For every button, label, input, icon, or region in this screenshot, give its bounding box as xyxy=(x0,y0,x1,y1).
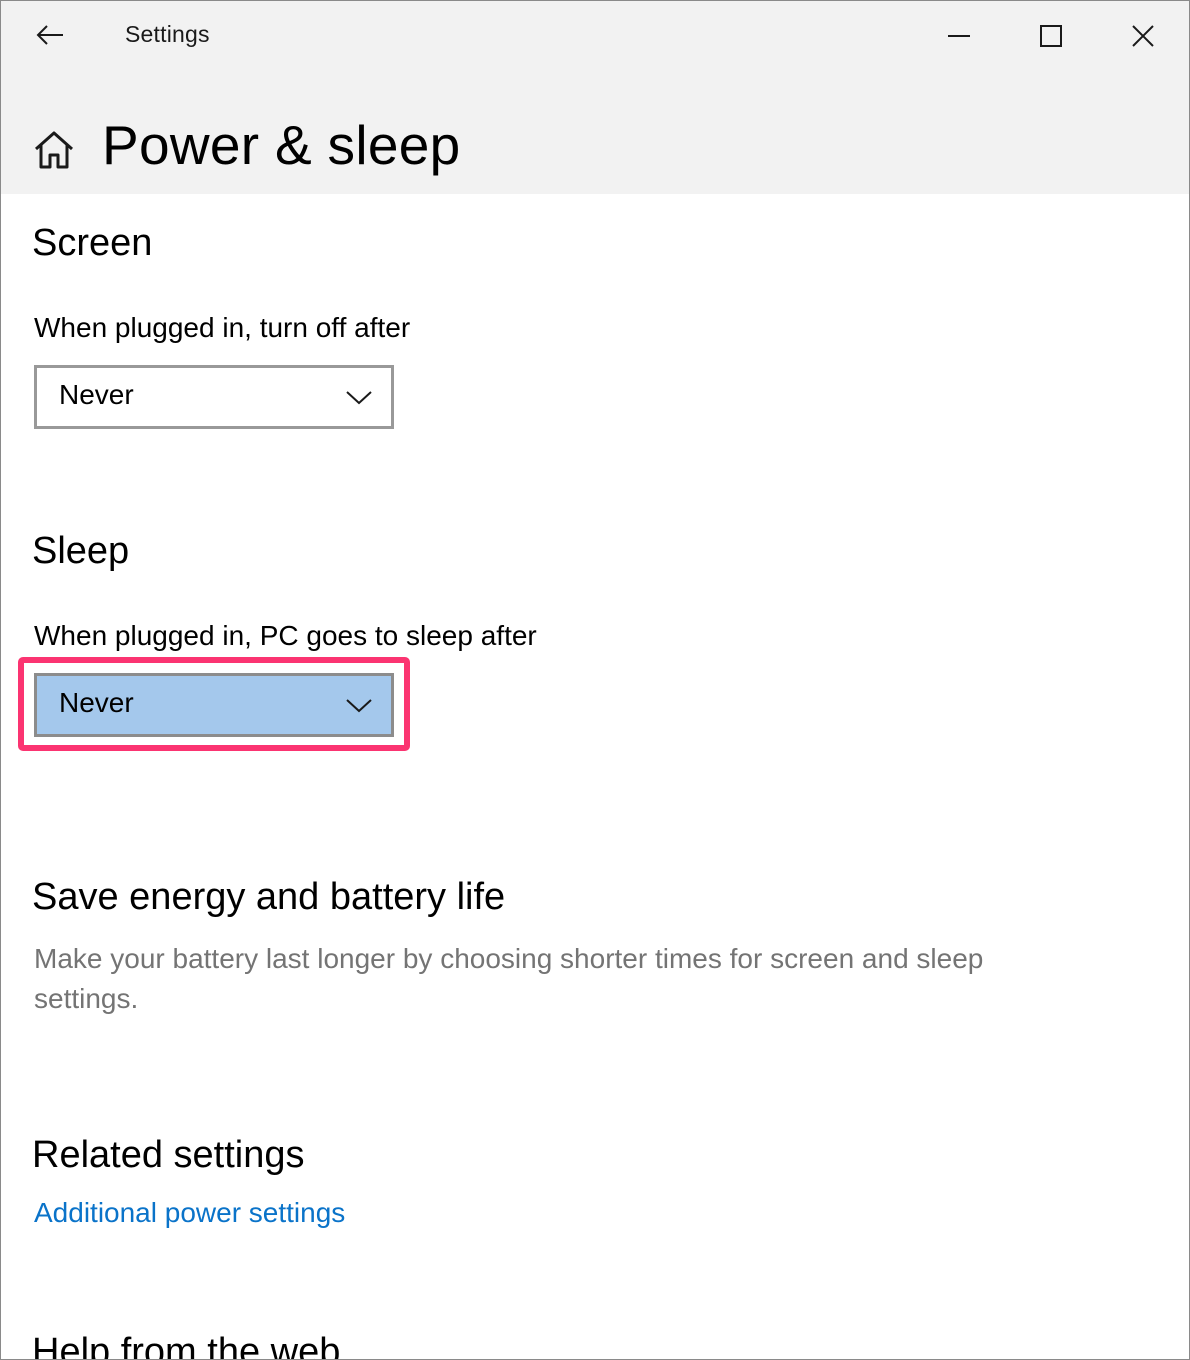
back-arrow-icon xyxy=(36,25,63,45)
home-icon[interactable] xyxy=(31,127,77,173)
chevron-down-icon xyxy=(346,699,372,713)
sleep-heading: Sleep xyxy=(32,530,130,572)
maximize-button[interactable] xyxy=(1005,1,1097,71)
chevron-down-icon xyxy=(346,391,372,405)
screen-plugged-in-label: When plugged in, turn off after xyxy=(34,312,411,343)
sleep-plugged-in-label: When plugged in, PC goes to sleep after xyxy=(34,620,537,651)
screen-timeout-dropdown[interactable]: Never xyxy=(34,365,394,429)
screen-heading: Screen xyxy=(32,222,153,264)
close-icon xyxy=(1132,25,1154,47)
minimize-button[interactable] xyxy=(913,1,1005,71)
settings-window: Settings Power & sleep Screen When plugg… xyxy=(0,0,1190,1360)
close-button[interactable] xyxy=(1097,1,1189,71)
page-title: Power & sleep xyxy=(102,114,461,176)
app-title: Settings xyxy=(125,21,210,47)
maximize-icon xyxy=(1040,25,1062,47)
sleep-timeout-dropdown[interactable]: Never xyxy=(34,673,394,737)
screen-timeout-value: Never xyxy=(59,379,134,410)
title-bar: Settings Power & sleep xyxy=(1,1,1189,194)
additional-power-settings-link[interactable]: Additional power settings xyxy=(34,1197,345,1229)
save-energy-description: Make your battery last longer by choosin… xyxy=(34,943,984,1014)
help-from-web-heading: Help from the web xyxy=(32,1331,341,1360)
save-energy-heading: Save energy and battery life xyxy=(32,876,506,918)
related-settings-heading: Related settings xyxy=(32,1134,305,1176)
minimize-icon xyxy=(948,35,970,37)
back-button[interactable] xyxy=(23,13,77,57)
sleep-timeout-value: Never xyxy=(59,687,134,718)
